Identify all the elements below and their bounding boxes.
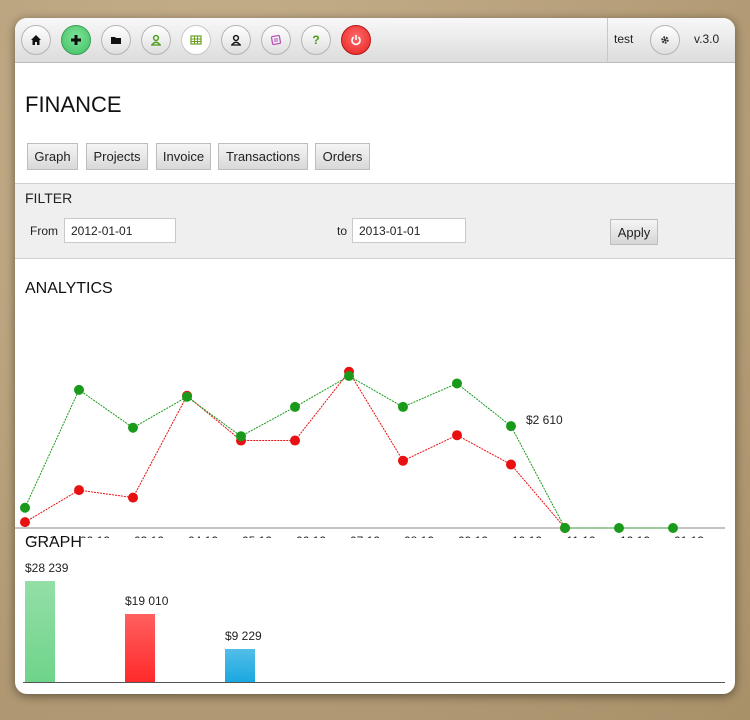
- apply-button[interactable]: Apply: [610, 219, 658, 245]
- x-tick-label: 01.13: [674, 534, 704, 538]
- tab-label: Transactions: [226, 149, 300, 164]
- data-point[interactable]: [182, 391, 192, 402]
- add-button[interactable]: [61, 25, 91, 55]
- data-point[interactable]: [452, 430, 462, 441]
- filter-panel: FILTER From to Apply: [15, 183, 735, 259]
- settings-button[interactable]: [650, 25, 680, 55]
- x-tick-label: 10.12: [512, 534, 542, 538]
- user-button[interactable]: [141, 25, 171, 55]
- gear-icon: [659, 34, 671, 46]
- plus-icon: [70, 34, 82, 46]
- tab-graph[interactable]: Graph: [27, 143, 78, 170]
- bar-value-label: $19 010: [125, 594, 169, 608]
- series-line: [24, 375, 673, 529]
- x-tick-label: 12.12: [620, 534, 650, 538]
- x-tick-label: 07.12: [350, 534, 380, 538]
- x-tick-label: 05.12: [242, 534, 272, 538]
- data-point[interactable]: [74, 485, 84, 496]
- graph-chart: $28 239 $19 010 $9 229: [23, 561, 725, 683]
- data-point[interactable]: [20, 502, 30, 513]
- x-tick-label: 03.12: [134, 534, 164, 538]
- power-button[interactable]: [341, 25, 371, 55]
- x-tick-label: 04.12: [188, 534, 218, 538]
- x-tick-label: 08.12: [404, 534, 434, 538]
- x-tick-label: 06.12: [296, 534, 326, 538]
- data-point[interactable]: [128, 492, 138, 503]
- data-point[interactable]: [128, 422, 138, 433]
- data-point[interactable]: [614, 523, 624, 533]
- analytics-title: ANALYTICS: [25, 280, 113, 297]
- bar-value-label: $9 229: [225, 629, 262, 643]
- data-point[interactable]: [668, 523, 678, 533]
- note-icon: [270, 34, 282, 46]
- question-icon: ?: [312, 33, 320, 47]
- bar[interactable]: [25, 581, 55, 682]
- tab-invoice[interactable]: Invoice: [156, 143, 211, 170]
- data-point[interactable]: [290, 435, 300, 446]
- version-label: v.3.0: [694, 32, 720, 46]
- data-point[interactable]: [236, 431, 246, 442]
- x-tick-label: 09.12: [458, 534, 488, 538]
- home-button[interactable]: [21, 25, 51, 55]
- data-point[interactable]: [452, 378, 462, 389]
- bar[interactable]: [125, 614, 155, 682]
- tab-projects[interactable]: Projects: [86, 143, 148, 170]
- to-date-input[interactable]: [352, 218, 466, 243]
- tab-label: Invoice: [162, 149, 205, 164]
- from-date-input[interactable]: [64, 218, 176, 243]
- home-icon: [30, 34, 42, 46]
- tab-transactions[interactable]: Transactions: [218, 143, 308, 170]
- series-line: [24, 370, 566, 529]
- user-icon: [150, 34, 162, 46]
- power-icon: [350, 34, 362, 46]
- to-label: to: [337, 224, 348, 238]
- data-point[interactable]: [290, 401, 300, 412]
- analytics-chart: 01.1202.1203.1204.1205.1206.1207.1208.12…: [15, 366, 725, 538]
- contacts-button[interactable]: [221, 25, 251, 55]
- notes-button[interactable]: [261, 25, 291, 55]
- table-button[interactable]: [181, 25, 211, 55]
- page-title: FINANCE: [25, 92, 122, 117]
- tab-label: Orders: [322, 149, 363, 164]
- folder-icon: [110, 34, 122, 46]
- data-point[interactable]: [398, 401, 408, 412]
- tab-label: Graph: [34, 149, 71, 164]
- toolbar: ? test v.3.0: [15, 18, 735, 63]
- contact-icon: [230, 34, 242, 46]
- bar-value-label: $28 239: [25, 561, 69, 575]
- data-point[interactable]: [20, 517, 30, 528]
- table-icon: [190, 34, 202, 46]
- user-area: test v.3.0: [607, 18, 735, 62]
- tab-orders[interactable]: Orders: [315, 143, 370, 170]
- help-button[interactable]: ?: [301, 25, 331, 55]
- data-point[interactable]: [344, 371, 354, 381]
- data-point[interactable]: [74, 384, 84, 395]
- data-point[interactable]: [506, 421, 516, 432]
- filter-title: FILTER: [25, 190, 73, 206]
- username[interactable]: test: [614, 32, 633, 46]
- data-point[interactable]: [506, 459, 516, 470]
- folder-button[interactable]: [101, 25, 131, 55]
- tab-label: Projects: [93, 149, 141, 164]
- data-point[interactable]: [398, 455, 408, 466]
- x-tick-label: 02.12: [80, 534, 110, 538]
- x-tick-label: 11.12: [566, 534, 595, 538]
- data-point[interactable]: [560, 523, 570, 533]
- apply-label: Apply: [617, 224, 651, 240]
- from-label: From: [30, 224, 58, 238]
- value-annotation: $2 610: [526, 413, 563, 427]
- graph-title: GRAPH: [25, 534, 82, 551]
- app-window: ? test v.3.0 FINANCE Graph Projects Invo…: [15, 18, 735, 694]
- bar[interactable]: [225, 648, 255, 682]
